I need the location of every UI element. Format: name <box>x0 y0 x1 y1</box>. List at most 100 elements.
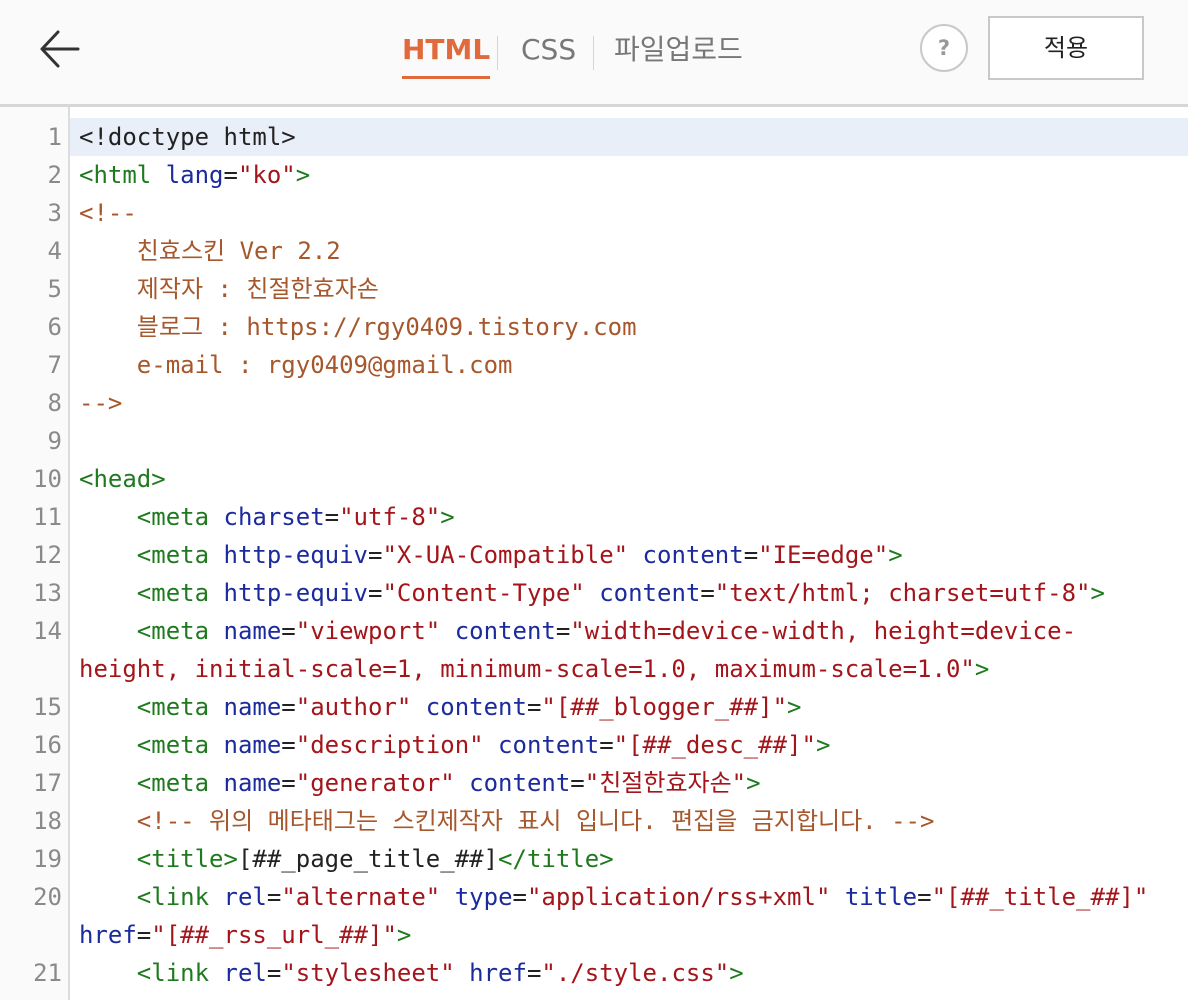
code-token: > <box>1090 579 1105 607</box>
apply-button[interactable]: 적용 <box>988 16 1144 80</box>
code-token: = <box>700 579 715 607</box>
tab-file-upload[interactable]: 파일업로드 <box>614 30 743 70</box>
code-token: "alternate" <box>281 883 441 911</box>
help-icon[interactable]: ? <box>920 24 968 72</box>
code-token: content <box>411 693 527 721</box>
code-line[interactable]: <link rel="stylesheet" href="./style.css… <box>79 954 744 992</box>
code-token: http-equiv <box>223 541 369 569</box>
code-token: = <box>281 731 296 759</box>
code-token: = <box>281 693 296 721</box>
code-token: <!-- 위의 메타태그는 스킨제작자 표시 입니다. 편집을 금지합니다. -… <box>79 807 935 835</box>
code-token: = <box>281 769 296 797</box>
line-number: 5 <box>47 275 62 303</box>
line-number: 21 <box>33 959 62 987</box>
code-token: href <box>454 959 527 987</box>
code-line[interactable]: 제작자 : 친절한효자손 <box>79 270 379 308</box>
code-token: "description" <box>295 731 484 759</box>
line-number: 10 <box>33 465 62 493</box>
code-token: = <box>743 541 759 569</box>
line-number: 15 <box>33 693 62 721</box>
code-token: = <box>917 883 932 911</box>
code-line-wrapped[interactable]: href="[##_rss_url_##]"> <box>79 916 411 954</box>
code-token: = <box>526 693 542 721</box>
code-token: "친절한효자손" <box>584 769 747 797</box>
code-token: = <box>526 959 542 987</box>
code-token: "[##_blogger_##]" <box>541 693 788 721</box>
code-token: = <box>266 959 282 987</box>
code-token: = <box>512 883 527 911</box>
line-number: 19 <box>33 845 62 873</box>
code-token: "application/rss+xml" <box>526 883 831 911</box>
code-token: "generator" <box>295 769 455 797</box>
code-token: = <box>570 769 585 797</box>
code-token: "Content-Type" <box>382 579 585 607</box>
code-token: name <box>223 617 282 645</box>
code-line[interactable]: --> <box>79 384 122 422</box>
code-token: = <box>136 921 152 949</box>
code-token: > <box>787 693 802 721</box>
code-token: e-mail : rgy0409@gmail.com <box>79 351 513 379</box>
code-token: href <box>79 921 137 949</box>
code-token: 제작자 : 친절한효자손 <box>79 275 379 303</box>
code-line[interactable]: <title>[##_page_title_##]</title> <box>79 840 614 878</box>
code-token: content <box>440 617 556 645</box>
code-line[interactable]: <!-- <box>79 194 137 232</box>
code-line[interactable]: <!-- 위의 메타태그는 스킨제작자 표시 입니다. 편집을 금지합니다. -… <box>79 802 935 840</box>
code-line[interactable]: <meta name="viewport" content="width=dev… <box>79 612 1076 650</box>
code-token: <meta <box>79 769 224 797</box>
code-token: charset <box>223 503 325 531</box>
code-token: <!doctype html> <box>79 123 296 151</box>
line-number: 14 <box>33 617 62 645</box>
code-token: > <box>815 731 831 759</box>
code-line[interactable]: <meta name="author" content="[##_blogger… <box>79 688 802 726</box>
code-token: "stylesheet" <box>281 959 455 987</box>
code-token: <!-- <box>79 199 137 227</box>
code-token: = <box>223 161 238 189</box>
code-token: content <box>584 579 701 607</box>
line-number: 3 <box>47 199 62 227</box>
code-line[interactable]: <meta http-equiv="Content-Type" content=… <box>79 574 1105 612</box>
code-token: "ko" <box>237 161 296 189</box>
code-token: content <box>628 541 744 569</box>
code-line[interactable]: e-mail : rgy0409@gmail.com <box>79 346 513 384</box>
code-token: 블로그 : https://rgy0409.tistory.com <box>79 313 637 341</box>
code-token: <link <box>79 883 224 911</box>
code-token: name <box>223 693 282 721</box>
code-token: [##_page_title_##] <box>237 845 499 873</box>
code-token: > <box>888 541 903 569</box>
code-line-wrapped[interactable]: height, initial-scale=1, minimum-scale=1… <box>79 650 989 688</box>
code-token: 친효스킨 Ver 2.2 <box>79 237 341 265</box>
code-token: rel <box>223 883 267 911</box>
line-number: 18 <box>33 807 62 835</box>
code-line[interactable]: <meta http-equiv="X-UA-Compatible" conte… <box>79 536 903 574</box>
code-token: height, initial-scale=1, minimum-scale=1… <box>79 655 975 683</box>
tab-css[interactable]: CSS <box>521 30 576 70</box>
line-number: 17 <box>33 769 62 797</box>
code-token: <meta <box>79 579 224 607</box>
code-token: <head> <box>79 465 166 493</box>
code-line[interactable]: <link rel="alternate" type="application/… <box>79 878 1149 916</box>
code-line[interactable]: <!doctype html> <box>79 118 296 156</box>
code-token: > <box>440 503 455 531</box>
code-line[interactable]: <meta name="generator" content="친절한효자손"> <box>79 764 761 802</box>
code-token: > <box>396 921 412 949</box>
tab-divider <box>593 36 594 70</box>
code-line[interactable]: <meta name="description" content="[##_de… <box>79 726 831 764</box>
code-token: "text/html; charset=utf-8" <box>714 579 1091 607</box>
code-token: "[##_desc_##]" <box>613 731 816 759</box>
code-token: = <box>555 617 571 645</box>
code-token: "X-UA-Compatible" <box>382 541 629 569</box>
code-line[interactable]: 블로그 : https://rgy0409.tistory.com <box>79 308 637 346</box>
line-number: 8 <box>47 389 62 417</box>
code-line[interactable]: 친효스킨 Ver 2.2 <box>79 232 341 270</box>
code-line[interactable]: <head> <box>79 460 166 498</box>
code-token: name <box>223 769 282 797</box>
code-token: = <box>368 541 383 569</box>
code-editor[interactable]: 1 2 3 4 5 6 7 8 9 10 11 12 13 14 15 16 1… <box>0 107 1188 1000</box>
code-token: --> <box>79 389 123 417</box>
code-token: = <box>368 579 383 607</box>
code-token: "[##_rss_url_##]" <box>151 921 397 949</box>
code-line[interactable]: <html lang="ko"> <box>79 156 310 194</box>
code-line[interactable]: <meta charset="utf-8"> <box>79 498 455 536</box>
tab-html[interactable]: HTML <box>402 30 491 79</box>
